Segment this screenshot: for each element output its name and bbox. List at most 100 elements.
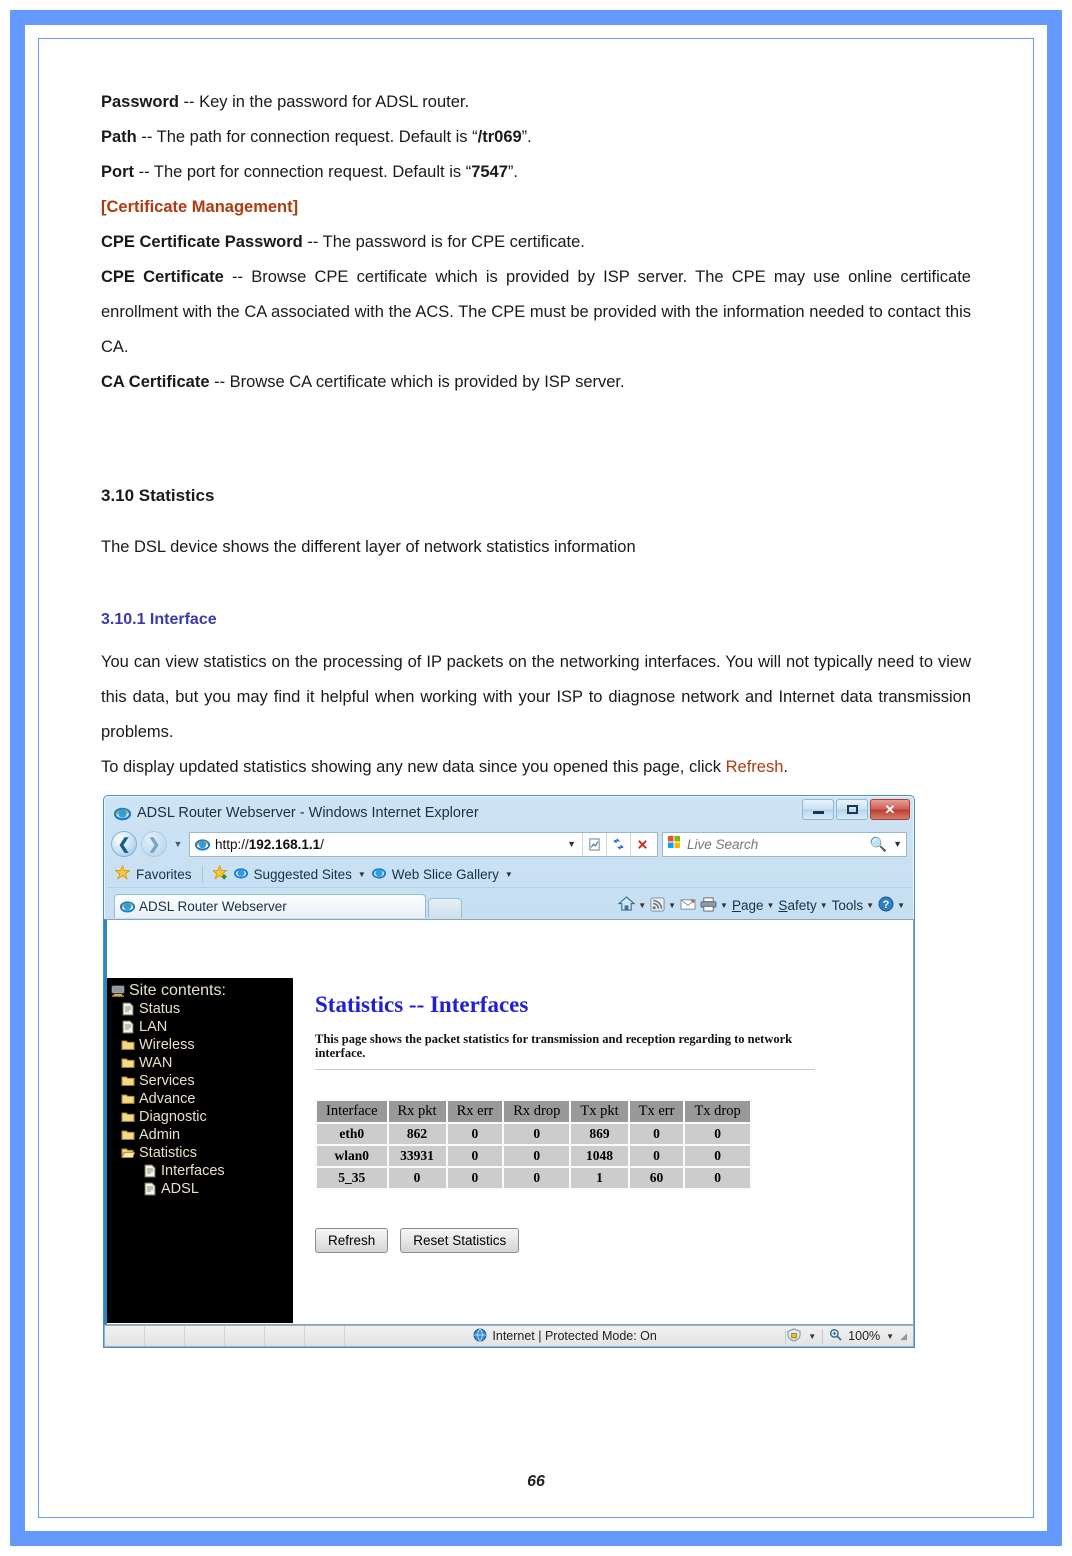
status-right-group: ▼ 100% ▼ ◢ xyxy=(786,1327,913,1345)
text-body2-pre: To display updated statistics showing an… xyxy=(101,758,726,776)
help-chevron-down-icon[interactable]: ▼ xyxy=(897,901,905,910)
address-history-chevron-down-icon[interactable]: ▼ xyxy=(561,839,582,849)
sidebar-item-interfaces[interactable]: Interfaces xyxy=(111,1162,293,1180)
cell-rx-pkt: 33931 xyxy=(388,1146,446,1166)
table-row: wlan0 33931 0 0 1048 0 0 xyxy=(317,1146,750,1166)
minimize-button[interactable] xyxy=(802,799,834,820)
term-port: Port xyxy=(101,163,134,181)
text-body2-post: . xyxy=(783,758,788,776)
forward-button[interactable]: ❯ xyxy=(141,831,167,857)
page-menu[interactable]: Page ▼ xyxy=(732,898,774,913)
resize-grip-icon[interactable]: ◢ xyxy=(900,1331,907,1342)
safety-chevron-down-icon[interactable]: ▼ xyxy=(820,901,828,910)
maximize-button[interactable] xyxy=(836,799,868,820)
home-chevron-down-icon[interactable]: ▼ xyxy=(638,901,646,910)
sidebar-item-advance[interactable]: Advance xyxy=(111,1090,293,1108)
search-provider-icon xyxy=(667,835,681,854)
search-box[interactable]: Live Search 🔍 ▼ xyxy=(662,831,907,857)
print-button[interactable]: ▼ xyxy=(700,896,728,915)
interface-statistics-table: Interface Rx pkt Rx err Rx drop Tx pkt T… xyxy=(315,1099,752,1190)
page-favicon-icon xyxy=(194,837,211,852)
sidebar-item-services[interactable]: Services xyxy=(111,1072,293,1090)
site-contents-root: Site contents: xyxy=(111,982,293,1000)
favorites-label[interactable]: Favorites xyxy=(136,867,192,882)
protected-mode-icon xyxy=(786,1327,802,1345)
url-host: 192.168.1.1 xyxy=(248,836,321,852)
reset-statistics-button[interactable]: Reset Statistics xyxy=(400,1228,520,1253)
refresh-button[interactable]: Refresh xyxy=(315,1228,389,1253)
sidebar-item-wireless[interactable]: Wireless xyxy=(111,1036,293,1054)
sidebar-item-wan[interactable]: WAN xyxy=(111,1054,293,1072)
sidebar-item-statistics[interactable]: Statistics xyxy=(111,1144,293,1162)
read-mail-button[interactable] xyxy=(680,898,696,914)
feeds-chevron-down-icon[interactable]: ▼ xyxy=(668,901,676,910)
address-bar-url[interactable]: http://192.168.1.1/ xyxy=(215,837,561,852)
sidebar-item-adsl[interactable]: ADSL xyxy=(111,1180,293,1198)
suggested-sites-chevron-down-icon[interactable]: ▼ xyxy=(358,870,366,879)
search-input[interactable]: Live Search xyxy=(681,837,870,852)
tab-label: ADSL Router Webserver xyxy=(139,899,287,914)
sidebar-item-label: Statistics xyxy=(139,1145,198,1161)
suggested-sites-label[interactable]: Suggested Sites xyxy=(254,867,352,882)
table-header-row: Interface Rx pkt Rx err Rx drop Tx pkt T… xyxy=(317,1101,750,1122)
sidebar-item-status[interactable]: Status xyxy=(111,1000,293,1018)
document-page-border: Password -- Key in the password for ADSL… xyxy=(10,10,1062,1546)
folder-icon xyxy=(121,1128,135,1142)
text-password-rest: -- Key in the password for ADSL router. xyxy=(178,93,470,111)
help-icon: ? xyxy=(878,896,894,915)
folder-icon xyxy=(121,1110,135,1124)
sidebar-item-lan[interactable]: LAN xyxy=(111,1018,293,1036)
browser-status-bar: Internet | Protected Mode: On ▼ 100% ▼ ◢ xyxy=(104,1325,914,1347)
zoom-icon xyxy=(829,1328,842,1344)
browser-tab[interactable]: ADSL Router Webserver xyxy=(114,894,426,918)
protected-mode-chevron-down-icon[interactable]: ▼ xyxy=(808,1332,816,1341)
search-icon[interactable]: 🔍 xyxy=(870,836,887,853)
tools-chevron-down-icon[interactable]: ▼ xyxy=(866,901,874,910)
close-button[interactable]: ✕ xyxy=(870,799,910,820)
column-header-interface: Interface xyxy=(317,1101,387,1122)
add-to-favorites-icon[interactable] xyxy=(210,864,228,883)
cell-tx-pkt: 869 xyxy=(571,1124,628,1144)
print-chevron-down-icon[interactable]: ▼ xyxy=(720,901,728,910)
search-provider-chevron-down-icon[interactable]: ▼ xyxy=(887,839,902,849)
home-button[interactable]: ▼ xyxy=(617,896,646,915)
value-port-default: 7547 xyxy=(471,163,508,181)
toolbar-divider xyxy=(201,866,203,882)
rss-icon xyxy=(650,896,665,915)
page-chevron-down-icon[interactable]: ▼ xyxy=(767,901,775,910)
cell-interface: eth0 xyxy=(317,1124,387,1144)
recent-pages-chevron-down-icon[interactable]: ▼ xyxy=(171,839,185,849)
zoom-chevron-down-icon[interactable]: ▼ xyxy=(886,1332,894,1341)
stop-icon[interactable] xyxy=(630,832,654,856)
url-scheme: http:// xyxy=(215,836,249,852)
paragraph-path: Path -- The path for connection request.… xyxy=(101,120,971,155)
column-header-rx-pkt: Rx pkt xyxy=(388,1101,446,1122)
compatibility-view-icon[interactable] xyxy=(582,832,606,856)
safety-menu[interactable]: Safety ▼ xyxy=(778,898,827,913)
sidebar-item-diagnostic[interactable]: Diagnostic xyxy=(111,1108,293,1126)
text-port-rest: -- The port for connection request. Defa… xyxy=(134,163,466,181)
url-path: / xyxy=(320,836,324,852)
sidebar-item-admin[interactable]: Admin xyxy=(111,1126,293,1144)
cell-tx-pkt: 1048 xyxy=(571,1146,628,1166)
action-button-row: Refresh Reset Statistics xyxy=(315,1228,913,1253)
address-bar[interactable]: http://192.168.1.1/ ▼ xyxy=(189,831,658,857)
web-slice-gallery-chevron-down-icon[interactable]: ▼ xyxy=(505,870,513,879)
zoom-level-label[interactable]: 100% xyxy=(848,1329,880,1343)
cell-tx-pkt: 1 xyxy=(571,1168,628,1188)
tools-menu-label: Tools xyxy=(831,898,864,913)
back-button[interactable]: ❮ xyxy=(111,831,137,857)
new-tab-button[interactable] xyxy=(428,898,462,918)
feeds-button[interactable]: ▼ xyxy=(650,896,676,915)
cell-interface: wlan0 xyxy=(317,1146,387,1166)
tools-menu[interactable]: Tools ▼ xyxy=(832,898,874,913)
web-slice-gallery-label[interactable]: Web Slice Gallery xyxy=(392,867,499,882)
text-path-tail: . xyxy=(527,128,532,146)
security-zone-indicator[interactable]: Internet | Protected Mode: On xyxy=(345,1328,785,1345)
term-ca-certificate: CA Certificate xyxy=(101,373,210,391)
help-button[interactable]: ? ▼ xyxy=(878,896,905,915)
favorites-star-icon[interactable] xyxy=(114,864,131,883)
refresh-icon[interactable] xyxy=(606,832,630,856)
command-bar: ▼ ▼ ▼ Page ▼ Safety ▼ Tools ▼ ? ▼ xyxy=(617,896,905,915)
router-content-pane: Statistics -- Interfaces This page shows… xyxy=(293,978,913,1323)
